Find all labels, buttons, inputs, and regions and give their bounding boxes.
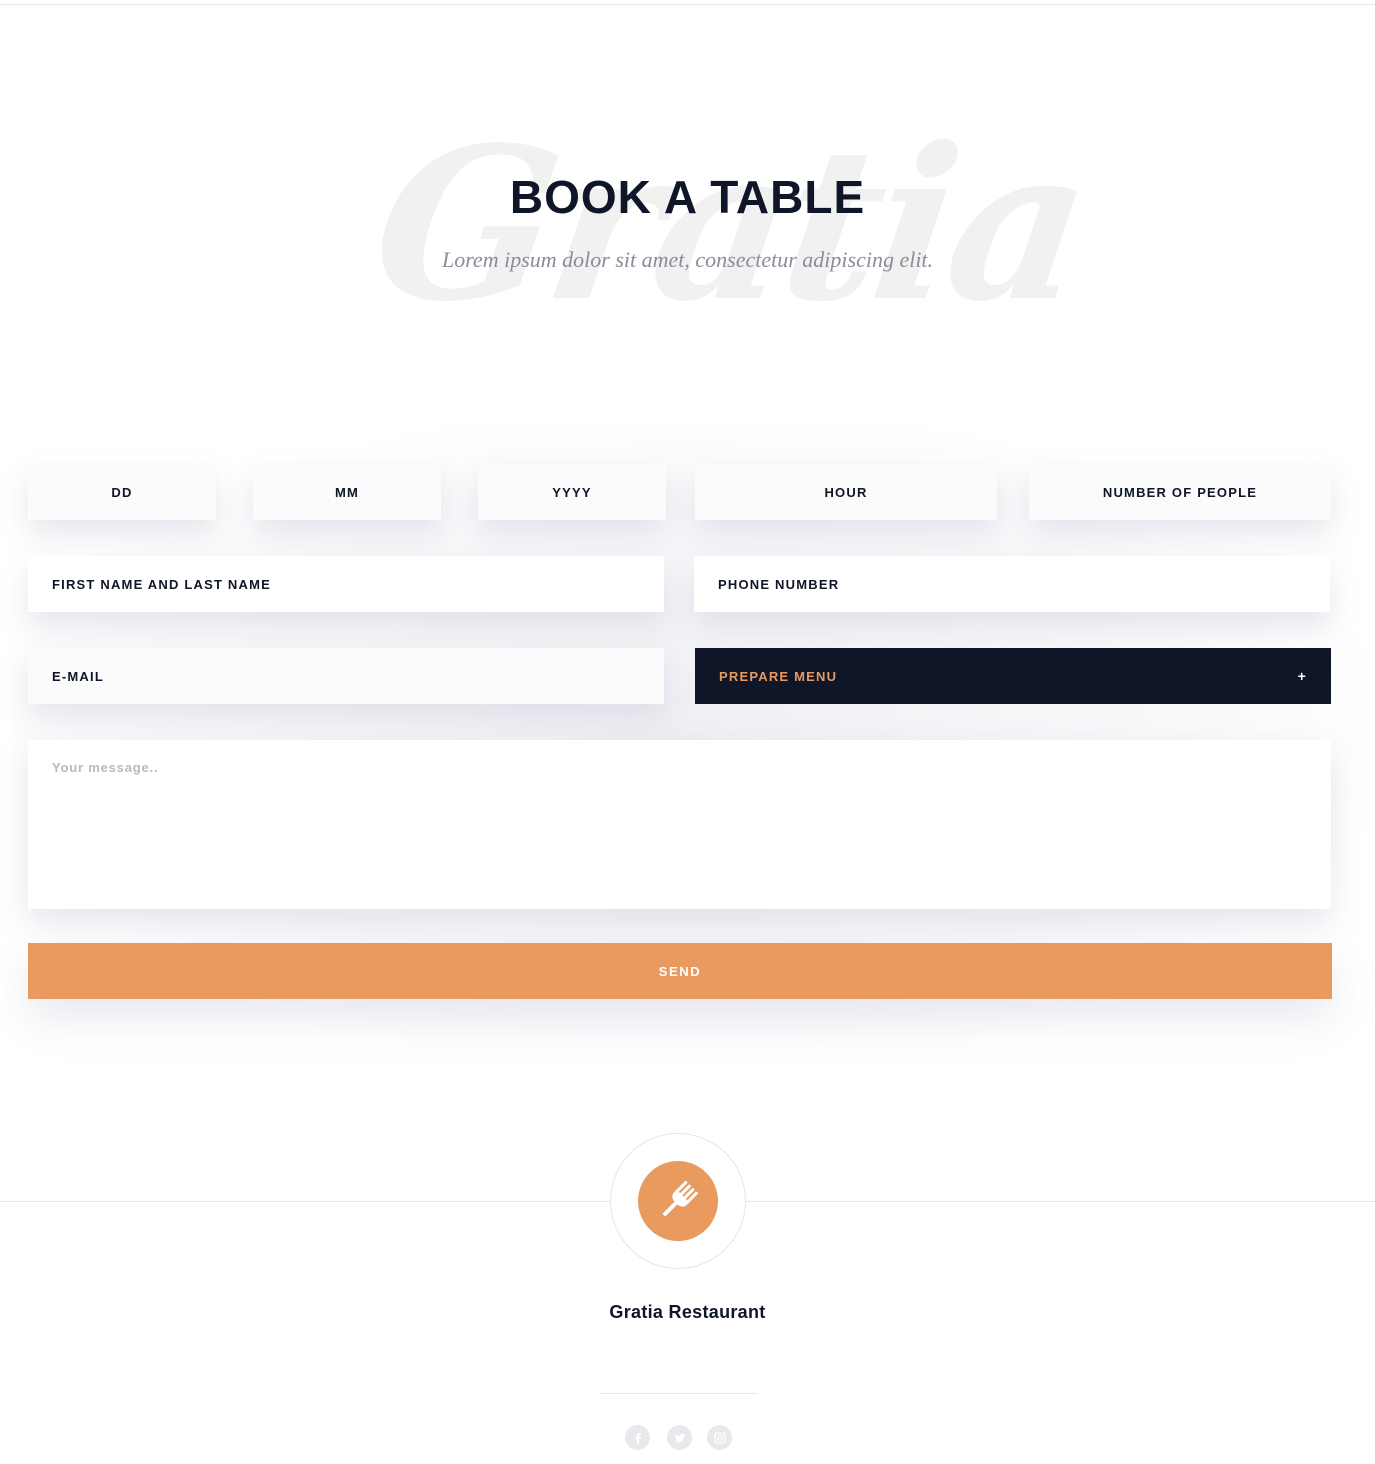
message-textarea[interactable]: Your message.. (28, 740, 1331, 909)
prepare-menu-label: PREPARE MENU (719, 668, 838, 684)
send-button[interactable]: SEND (28, 943, 1332, 999)
month-field[interactable]: MM (253, 464, 441, 520)
full-name-field[interactable]: FIRST NAME AND LAST NAME (28, 556, 664, 612)
brand-divider (601, 1393, 757, 1394)
phone-field[interactable]: PHONE NUMBER (694, 556, 1330, 612)
people-count-field[interactable]: NUMBER OF PEOPLE (1029, 464, 1331, 520)
page-title: BOOK A TABLE (509, 171, 866, 223)
brand-name: Gratia Restaurant (609, 1302, 766, 1322)
top-divider (0, 4, 1375, 5)
watermark-script: Gratia (360, 101, 1099, 348)
twitter-icon[interactable] (667, 1425, 692, 1450)
email-field[interactable]: E-MAIL (28, 648, 664, 704)
instagram-icon[interactable] (707, 1425, 732, 1450)
plus-icon: + (1297, 668, 1307, 684)
facebook-icon[interactable] (625, 1425, 650, 1450)
page-subtitle: Lorem ipsum dolor sit amet, consectetur … (441, 247, 934, 272)
fork-icon (638, 1161, 718, 1241)
day-field[interactable]: DD (28, 464, 216, 520)
prepare-menu-toggle[interactable]: PREPARE MENU + (695, 648, 1331, 704)
year-field[interactable]: YYYY (478, 464, 666, 520)
logo-badge (610, 1133, 746, 1269)
hour-field[interactable]: HOUR (695, 464, 997, 520)
